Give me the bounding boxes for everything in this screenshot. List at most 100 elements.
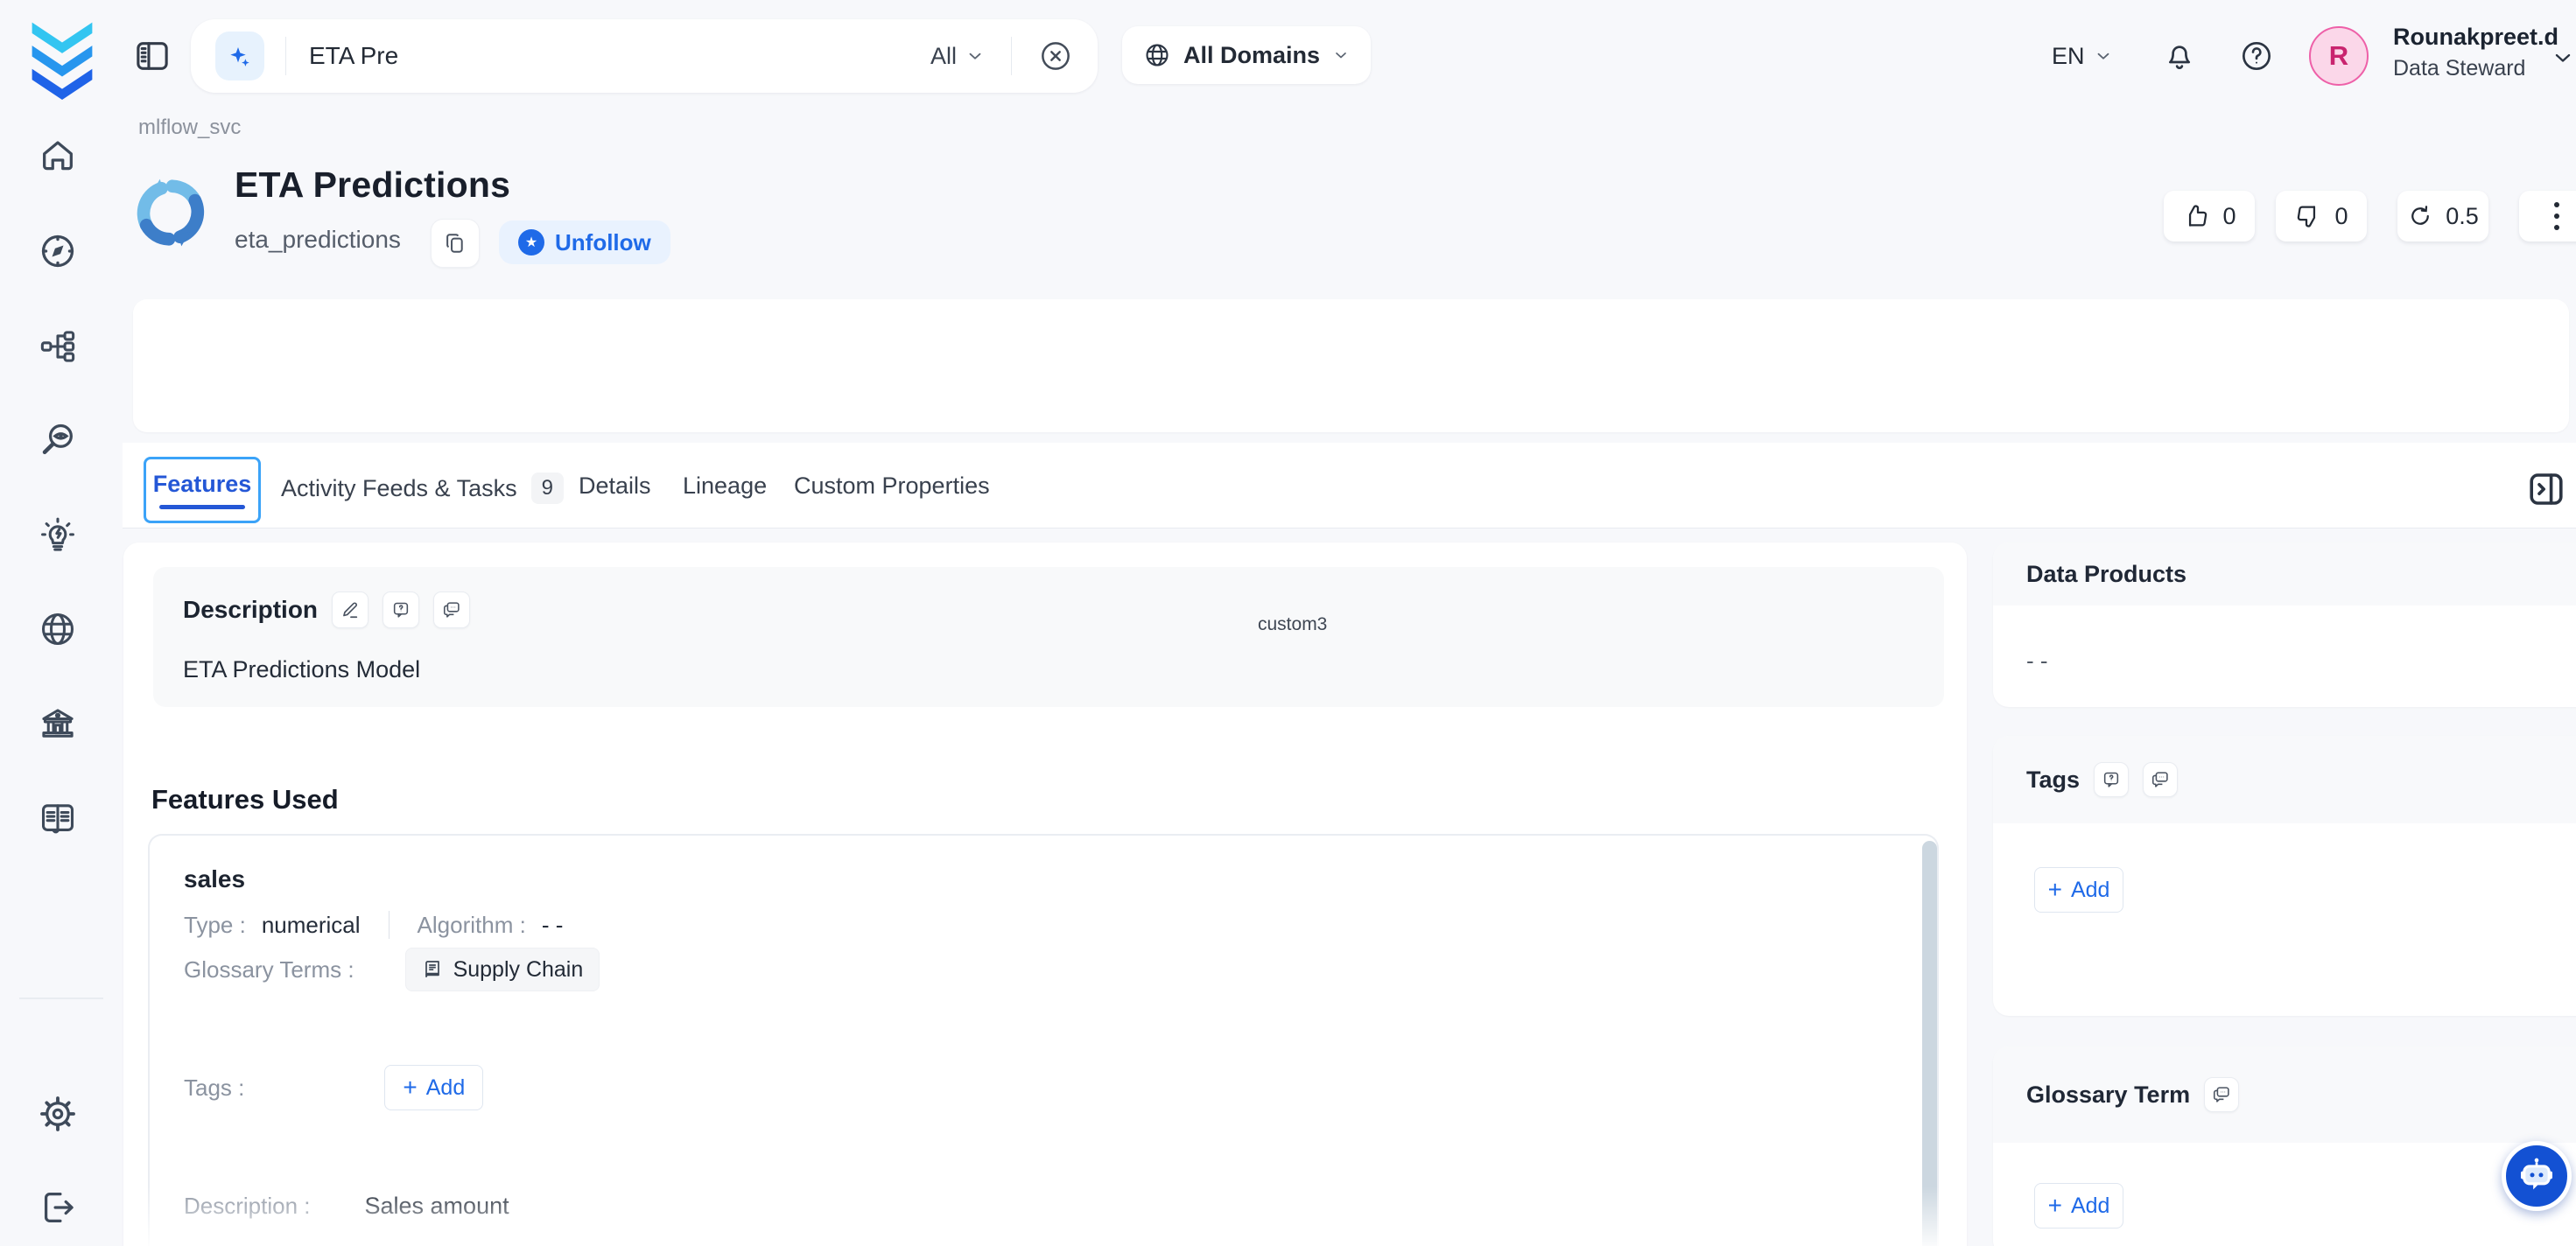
tab-features-label: Features	[153, 471, 252, 498]
help-icon[interactable]	[2239, 38, 2274, 74]
language-dropdown[interactable]: EN	[2052, 33, 2113, 79]
add-glossary-term-button[interactable]: + Add	[2034, 1183, 2123, 1228]
user-name: Rounakpreet.d	[2393, 21, 2558, 52]
language-label: EN	[2052, 43, 2085, 70]
feature-type-row: Type : numerical Algorithm : - -	[184, 911, 563, 939]
tab-activity-feeds[interactable]: Activity Feeds & Tasks 9	[281, 472, 564, 504]
search-divider-2	[1011, 37, 1012, 75]
feature-description-row: Description : Sales amount	[184, 1193, 509, 1220]
breadcrumb[interactable]: mlflow_svc	[138, 116, 241, 140]
user-avatar[interactable]: R	[2309, 26, 2369, 86]
tab-active-underline	[159, 505, 245, 509]
request-description-icon[interactable]	[383, 592, 419, 628]
tab-details[interactable]: Details	[579, 472, 651, 500]
plus-icon: +	[2048, 1194, 2062, 1218]
tab-activity-label: Activity Feeds & Tasks	[281, 475, 517, 502]
version-refresh-icon	[2407, 203, 2433, 229]
tab-features[interactable]: Features	[144, 457, 261, 523]
version-value: 0.5	[2446, 203, 2479, 230]
user-menu[interactable]: Rounakpreet.d Data Steward	[2393, 21, 2558, 84]
observability-lens-icon[interactable]	[35, 417, 81, 463]
copy-button[interactable]	[431, 219, 480, 268]
feature-tags-label: Tags :	[184, 1074, 244, 1102]
avatar-initial: R	[2329, 40, 2348, 72]
global-search-bar[interactable]: ETA Pre All	[191, 19, 1098, 93]
glossary-book-icon[interactable]	[35, 795, 81, 841]
features-used-heading: Features Used	[151, 784, 339, 816]
glossary-conversations-icon[interactable]	[2204, 1077, 2239, 1112]
type-value: numerical	[262, 912, 361, 939]
notifications-bell-icon[interactable]	[2162, 38, 2197, 74]
plus-icon: +	[2048, 878, 2062, 902]
entity-fqn: eta_predictions	[235, 226, 401, 254]
add-label: Add	[2071, 1194, 2109, 1219]
unfollow-button[interactable]: ★ Unfollow	[499, 220, 670, 264]
feature-algorithm-label: Algorithm :	[418, 912, 526, 939]
app-logo[interactable]	[14, 9, 110, 105]
tab-custom-properties-label: Custom Properties	[794, 472, 990, 500]
star-circle-icon: ★	[518, 229, 544, 256]
data-flow-icon[interactable]	[35, 324, 81, 369]
data-products-card: Data Products - -	[1993, 542, 2576, 707]
more-actions-button[interactable]	[2519, 191, 2576, 242]
description-conversations-icon[interactable]	[433, 592, 470, 628]
search-scope-label: All	[930, 43, 957, 70]
tab-activity-count-badge: 9	[531, 472, 564, 504]
tags-conversations-icon[interactable]	[2143, 762, 2178, 797]
logout-icon[interactable]	[35, 1185, 81, 1230]
search-input[interactable]: ETA Pre	[309, 42, 398, 70]
domain-filter-label: All Domains	[1183, 42, 1320, 69]
add-tag-button[interactable]: + Add	[2034, 867, 2123, 913]
assistant-bot-button[interactable]	[2502, 1141, 2572, 1211]
search-divider	[285, 37, 286, 75]
feature-name: sales	[184, 865, 245, 893]
glossary-term-title: Glossary Term	[2026, 1082, 2190, 1109]
data-products-title: Data Products	[2026, 561, 2186, 588]
type-label: Type :	[184, 912, 246, 939]
edit-description-icon[interactable]	[332, 592, 369, 628]
feature-list-scrollbar[interactable]	[1922, 841, 1937, 1246]
home-icon[interactable]	[35, 133, 81, 178]
upvote-count: 0	[2222, 203, 2236, 230]
feature-glossary-row: Glossary Terms : Supply Chain	[184, 948, 600, 991]
description-card: Description custom3 ETA Predictions Mode…	[153, 567, 1944, 707]
chevron-down-icon	[1332, 46, 1350, 64]
book-icon	[422, 959, 443, 980]
description-title: Description	[183, 596, 318, 624]
tab-bar: Features Activity Feeds & Tasks 9 Detail…	[123, 443, 2576, 528]
glossary-terms-label: Glossary Terms :	[184, 956, 354, 984]
search-scope-dropdown[interactable]: All	[930, 43, 985, 70]
explore-compass-icon[interactable]	[35, 228, 81, 274]
unfollow-label: Unfollow	[555, 229, 651, 256]
domain-filter-dropdown[interactable]: All Domains	[1122, 26, 1371, 84]
user-menu-chevron-icon[interactable]	[2551, 46, 2575, 70]
search-clear-icon[interactable]	[1038, 38, 1073, 74]
feature-description-value: Sales amount	[365, 1193, 509, 1220]
sidebar-divider	[19, 998, 103, 999]
glossary-term-chip[interactable]: Supply Chain	[405, 948, 600, 991]
features-tab-panel: Description custom3 ETA Predictions Mode…	[123, 542, 1967, 1246]
sidebar-toggle-icon[interactable]	[130, 33, 175, 79]
thumbs-down-icon	[2294, 202, 2322, 230]
description-text: ETA Predictions Model	[183, 656, 420, 683]
add-feature-tag-button[interactable]: + Add	[384, 1065, 483, 1110]
collapse-right-panel-icon[interactable]	[2524, 467, 2568, 511]
settings-gear-icon[interactable]	[35, 1091, 81, 1137]
kebab-menu-icon	[2554, 202, 2559, 230]
add-label: Add	[426, 1075, 465, 1101]
tab-lineage[interactable]: Lineage	[683, 472, 767, 500]
plus-icon: +	[403, 1075, 417, 1100]
insights-bulb-icon[interactable]	[35, 513, 81, 558]
thumbs-up-icon	[2182, 202, 2210, 230]
downvote-button[interactable]: 0	[2276, 191, 2367, 242]
upvote-button[interactable]: 0	[2164, 191, 2255, 242]
govern-bank-icon[interactable]	[35, 702, 81, 747]
globe-icon[interactable]	[35, 606, 81, 652]
tab-details-label: Details	[579, 472, 651, 500]
tab-custom-properties[interactable]: Custom Properties	[794, 472, 990, 500]
version-button[interactable]: 0.5	[2397, 191, 2488, 242]
feature-card-sales: sales Type : numerical Algorithm : - - G…	[148, 834, 1939, 1246]
request-tags-icon[interactable]	[2094, 762, 2129, 797]
ai-sparkles-icon[interactable]	[215, 32, 264, 80]
feature-algorithm-value: - -	[542, 912, 564, 939]
